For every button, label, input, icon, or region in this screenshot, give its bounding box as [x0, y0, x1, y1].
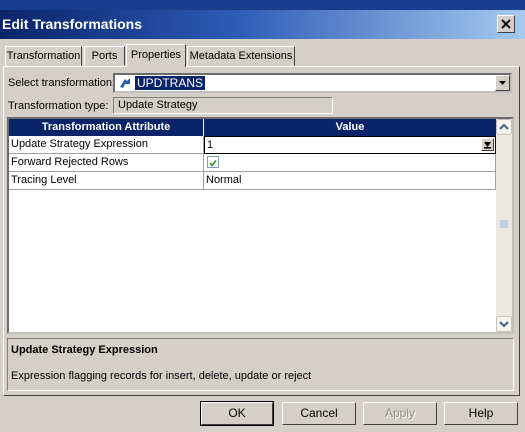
scroll-up-button[interactable]	[496, 119, 512, 135]
tab-properties[interactable]: Properties	[126, 44, 186, 67]
scroll-thumb-grip[interactable]	[500, 219, 508, 228]
tracing-level-cell[interactable]: Normal	[204, 172, 496, 190]
cancel-button[interactable]: Cancel	[282, 402, 356, 425]
title-bar[interactable]: Edit Transformations	[0, 10, 525, 39]
expression-editor-button[interactable]	[481, 138, 494, 151]
expression-editor-icon	[484, 142, 491, 149]
properties-grid[interactable]: Transformation Attribute Value Update St…	[7, 117, 514, 334]
transformation-icon	[120, 78, 130, 88]
grid-vertical-scrollbar[interactable]	[496, 119, 512, 332]
transformation-type-label: Transformation type:	[8, 100, 109, 112]
attribute-cell[interactable]: Update Strategy Expression	[9, 136, 204, 154]
update-strategy-expression-input[interactable]: 1	[204, 136, 496, 154]
scroll-up-icon	[496, 119, 512, 135]
checkbox-checked-icon	[209, 160, 217, 167]
close-icon	[501, 19, 511, 29]
dropdown-arrow-icon	[499, 81, 506, 85]
scroll-down-icon	[496, 316, 512, 332]
expression-value: 1	[207, 139, 214, 151]
select-transformation-dropdown[interactable]: UPDTRANS	[113, 73, 512, 93]
select-transformation-label: Select transformation:	[8, 77, 115, 89]
attribute-cell[interactable]: Tracing Level	[9, 172, 204, 190]
tab-transformation[interactable]: Transformation	[5, 46, 82, 66]
column-header-attribute[interactable]: Transformation Attribute	[9, 119, 204, 136]
selected-transformation-value: UPDTRANS	[135, 76, 206, 90]
description-text: Expression flagging records for insert, …	[11, 370, 312, 382]
tab-ports[interactable]: Ports	[84, 46, 125, 66]
window-title: Edit Transformations	[2, 16, 143, 32]
help-button[interactable]: Help	[444, 402, 518, 425]
dropdown-arrow-button[interactable]	[495, 75, 510, 91]
scroll-down-button[interactable]	[496, 316, 512, 332]
ok-button[interactable]: OK	[200, 401, 274, 426]
description-title: Update Strategy Expression	[11, 344, 158, 356]
description-box: Update Strategy Expression Expression fl…	[7, 338, 514, 391]
background-window-strip	[0, 0, 525, 10]
column-header-value[interactable]: Value	[204, 119, 496, 136]
transformation-type-field: Update Strategy	[113, 97, 333, 114]
forward-rejected-rows-cell[interactable]	[204, 154, 496, 172]
tab-metadata-extensions[interactable]: Metadata Extensions	[187, 46, 295, 66]
close-button[interactable]	[497, 15, 515, 33]
attribute-cell[interactable]: Forward Rejected Rows	[9, 154, 204, 172]
forward-rejected-rows-checkbox[interactable]	[207, 156, 219, 168]
apply-button[interactable]: Apply	[363, 402, 437, 425]
